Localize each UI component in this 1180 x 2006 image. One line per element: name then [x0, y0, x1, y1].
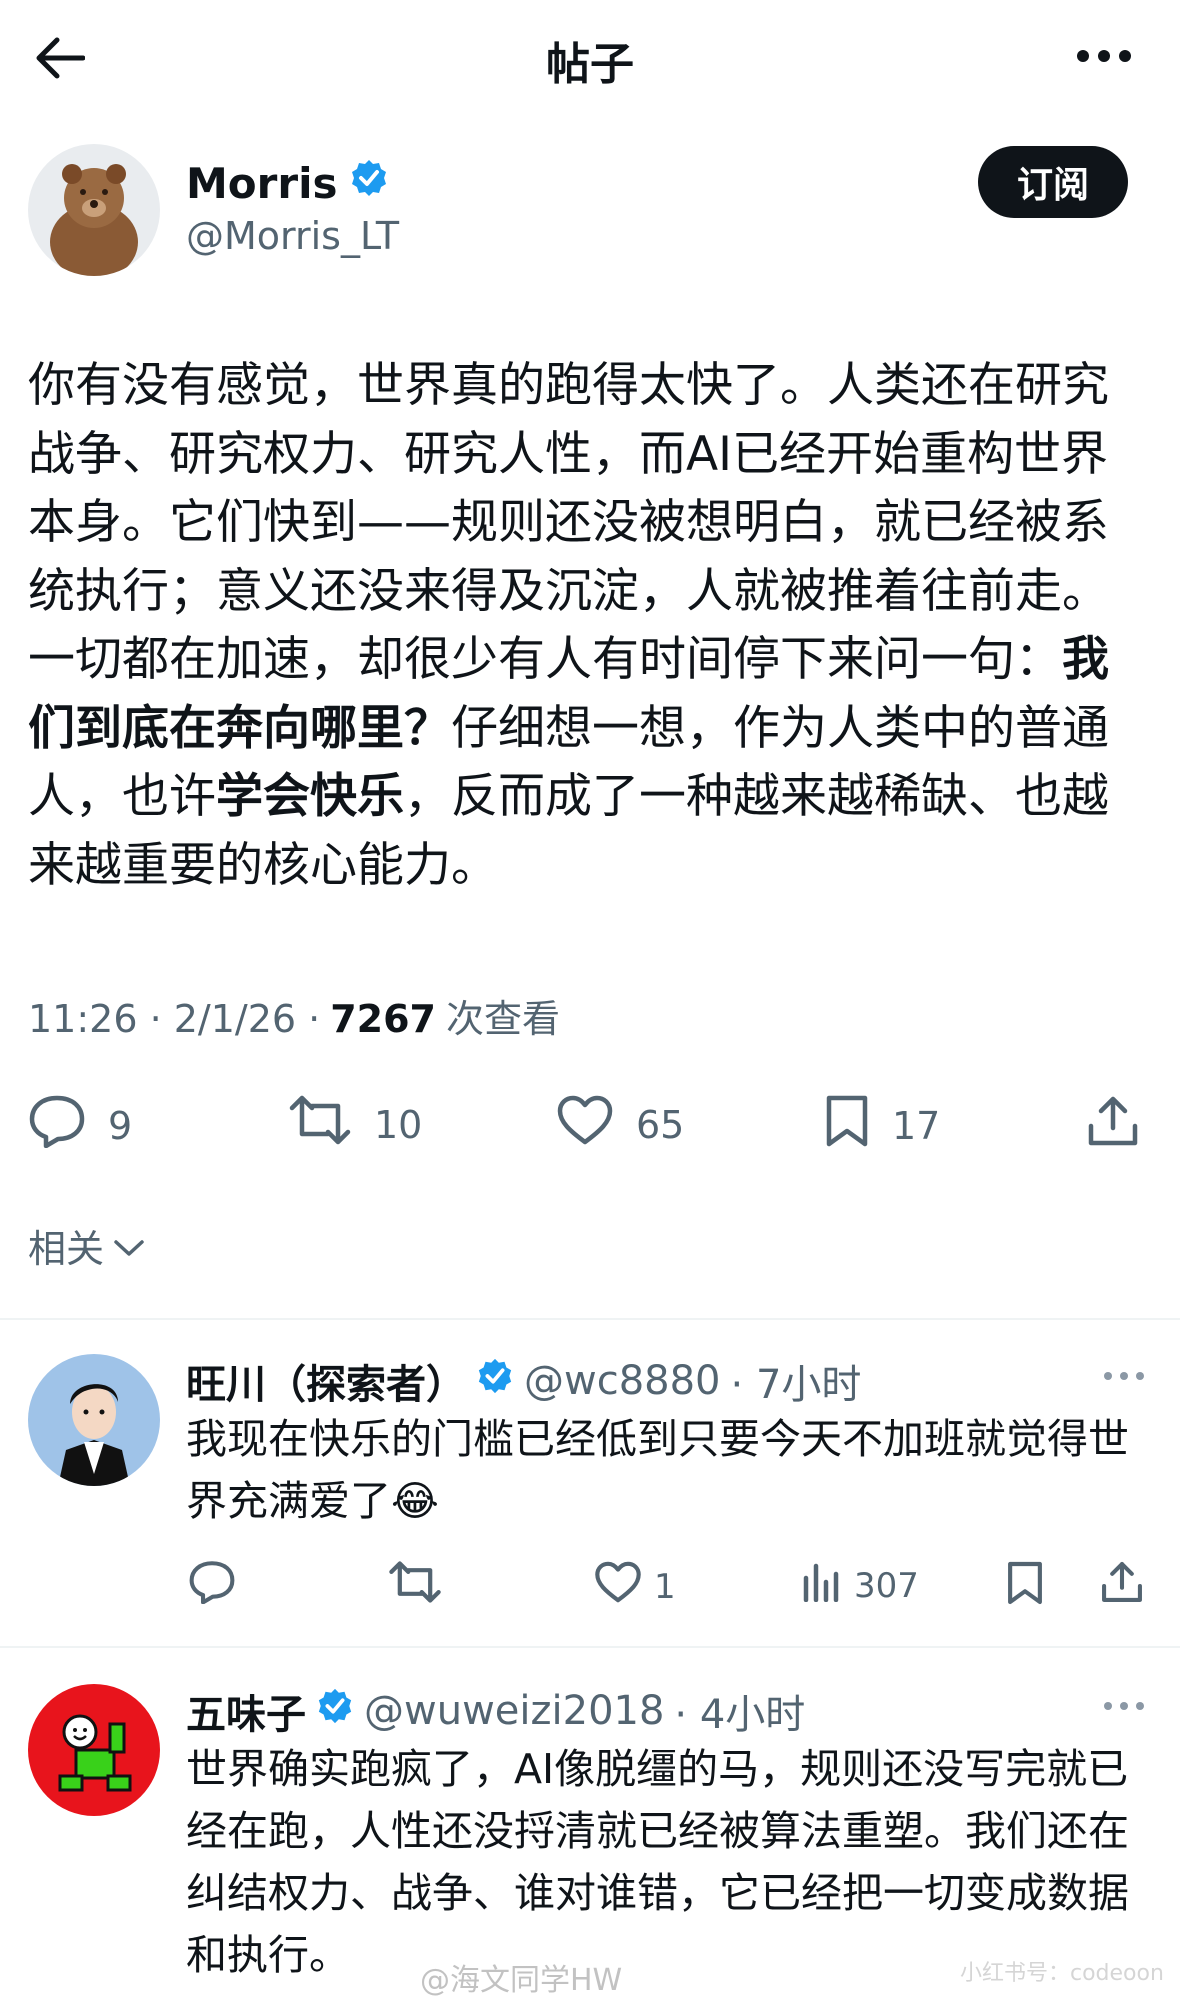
reply-icon — [28, 1094, 86, 1157]
repost-count: 10 — [374, 1102, 423, 1147]
comment-like-count: 1 — [654, 1566, 676, 1607]
related-toggle[interactable]: 相关 — [28, 1218, 146, 1273]
comment-time: · 7小时 — [730, 1362, 862, 1408]
post-text: 你有没有感觉，世界真的跑得太快了。人类还在研究战争、研究权力、研究人性，而AI已… — [28, 358, 1109, 893]
verified-badge-icon — [316, 1687, 354, 1735]
author-handle[interactable]: @Morris_LT — [186, 214, 399, 258]
bookmark-count: 17 — [892, 1103, 941, 1148]
share-button[interactable] — [1086, 1094, 1140, 1157]
author-name[interactable]: Morris — [186, 158, 389, 208]
comment-header: 五味子 @wuweizi2018 · 4小时 — [186, 1682, 805, 1740]
comment-time: · 4小时 — [674, 1692, 806, 1738]
repost-icon — [288, 1094, 352, 1155]
divider — [0, 1318, 1180, 1320]
bookmark-button[interactable]: 17 — [824, 1094, 940, 1157]
chevron-down-icon — [112, 1224, 146, 1268]
comment-like-button[interactable]: 1 — [594, 1560, 676, 1613]
page-title: 帖子 — [546, 39, 634, 90]
comment-view-count: 307 — [854, 1565, 919, 1606]
reply-button[interactable]: 9 — [28, 1094, 132, 1157]
view-label: 次查看 — [445, 997, 560, 1041]
top-bar: 帖子 — [0, 0, 1180, 118]
verified-badge-icon — [476, 1357, 514, 1405]
watermark: 小红书号：codeoon — [960, 1961, 1164, 1986]
verified-badge-icon — [349, 158, 389, 208]
comment-views-button[interactable]: 307 — [802, 1560, 919, 1611]
like-button[interactable]: 65 — [556, 1094, 684, 1155]
comment-text: 世界确实跑疯了，AI像脱缰的马，规则还没写完就已经在跑，人性还没捋清就已经被算法… — [186, 1745, 1129, 1979]
comment-avatar[interactable] — [28, 1684, 160, 1816]
share-icon — [1086, 1094, 1140, 1157]
post-time[interactable]: 11:26 · 2/1/26 · — [28, 997, 320, 1041]
comment-bookmark-button[interactable] — [1006, 1560, 1044, 1615]
repost-button[interactable]: 10 — [288, 1094, 422, 1155]
comment-text: 我现在快乐的门槛已经低到只要今天不加班就觉得世界充满爱了😂 — [186, 1415, 1129, 1525]
watermark: @海文同学HW — [420, 1963, 623, 1998]
commenter-handle[interactable]: @wc8880 — [524, 1358, 721, 1404]
comment-header: 旺川（探索者） @wc8880 · 7小时 — [186, 1352, 861, 1410]
commenter-handle[interactable]: @wuweizi2018 — [364, 1688, 664, 1734]
bookmark-icon — [1006, 1560, 1044, 1615]
commenter-name[interactable]: 五味子 — [186, 1682, 306, 1740]
comment-share-button[interactable] — [1100, 1560, 1144, 1613]
commenter-name[interactable]: 旺川（探索者） — [186, 1352, 466, 1410]
reply-icon — [188, 1560, 236, 1613]
comment-action-bar: 1 307 — [0, 1556, 1180, 1616]
comment-repost-button[interactable] — [388, 1560, 442, 1613]
comment-reply-button[interactable] — [188, 1560, 236, 1613]
comment-avatar[interactable] — [28, 1354, 160, 1486]
divider — [0, 1646, 1180, 1648]
post-page: { "header": { "title": "帖子" }, "post": {… — [0, 0, 1180, 2006]
heart-icon — [594, 1560, 642, 1613]
subscribe-button[interactable]: 订阅 — [978, 146, 1128, 218]
repost-icon — [388, 1560, 442, 1613]
more-options-icon[interactable] — [1074, 40, 1134, 72]
like-count: 65 — [636, 1102, 685, 1147]
author-avatar[interactable] — [28, 144, 160, 276]
more-options-icon[interactable] — [1100, 1696, 1148, 1716]
view-count: 7267 — [330, 997, 436, 1041]
reply-count: 9 — [108, 1103, 133, 1148]
heart-icon — [556, 1094, 614, 1155]
bookmark-icon — [824, 1094, 870, 1157]
post-meta: 11:26 · 2/1/26 · 7267 次查看 — [28, 988, 560, 1043]
post-action-bar: 9 10 65 17 — [0, 1084, 1180, 1164]
analytics-icon — [802, 1560, 842, 1611]
more-options-icon[interactable] — [1100, 1366, 1148, 1386]
share-icon — [1100, 1560, 1144, 1613]
post-text-bold-happy: 学会快乐 — [216, 769, 404, 824]
